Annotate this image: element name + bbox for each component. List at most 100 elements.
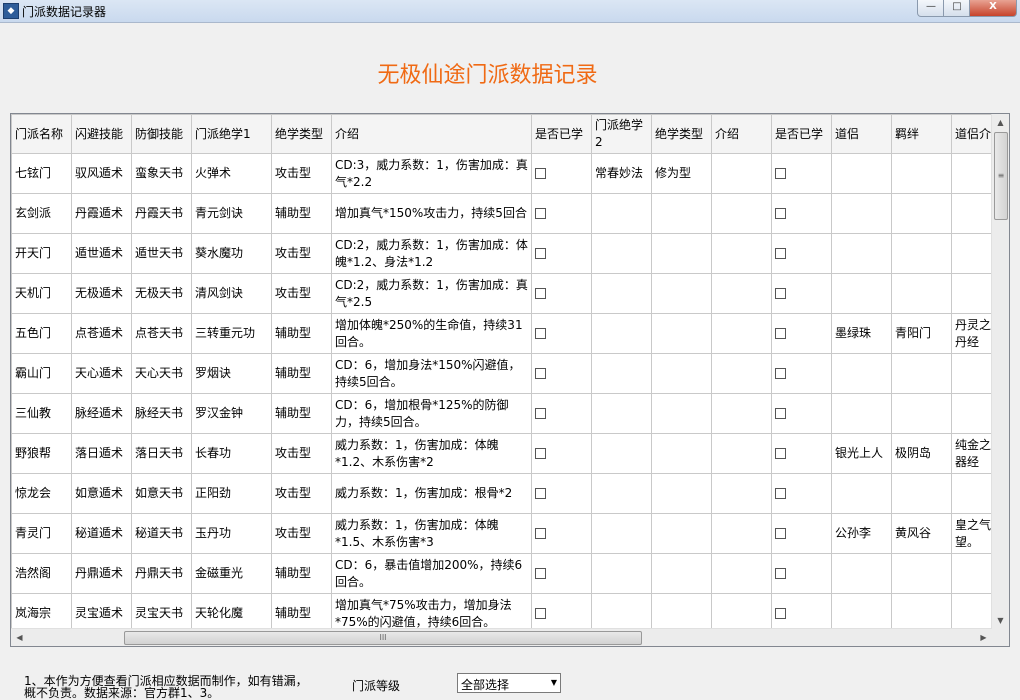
scroll-up-arrow-icon[interactable]: ▲ — [992, 114, 1009, 131]
cell-dodge[interactable]: 秘道遁术 — [71, 513, 132, 554]
cell-bond[interactable]: 黄风谷 — [891, 513, 952, 554]
learned-checkbox-cell[interactable] — [771, 473, 832, 514]
cell-type1[interactable]: 辅助型 — [271, 193, 332, 234]
cell-bond[interactable] — [891, 193, 952, 234]
table-row[interactable]: 三仙教 脉经遁术 脉经天书 罗汉金钟 辅助型 CD：6，增加根骨*125%的防御力，持续5… — [11, 393, 1009, 434]
cell-dodge[interactable]: 丹霞遁术 — [71, 193, 132, 234]
column-header[interactable]: 是否已学 — [531, 114, 592, 154]
vertical-scroll-thumb[interactable]: ≡ — [994, 132, 1008, 220]
cell-partner[interactable]: 银光上人 — [831, 433, 892, 474]
cell-defense[interactable]: 如意天书 — [131, 473, 192, 514]
learned-checkbox-cell[interactable] — [531, 473, 592, 514]
cell-intro2[interactable] — [711, 513, 772, 554]
learned-checkbox[interactable] — [775, 368, 786, 379]
learned-checkbox[interactable] — [775, 528, 786, 539]
cell-dodge[interactable]: 丹鼎遁术 — [71, 553, 132, 594]
close-button[interactable]: X — [969, 0, 1017, 17]
cell-partner[interactable] — [831, 353, 892, 394]
maximize-button[interactable]: □ — [943, 0, 971, 17]
table-row[interactable]: 开天门 遁世遁术 遁世天书 葵水魔功 攻击型 CD:2，威力系数：1，伤害加成：体魄*1.… — [11, 233, 1009, 274]
cell-intro2[interactable] — [711, 553, 772, 594]
cell-skill1[interactable]: 正阳劲 — [191, 473, 272, 514]
cell-partner[interactable] — [831, 393, 892, 434]
cell-type2[interactable] — [651, 513, 712, 554]
cell-dodge[interactable]: 落日遁术 — [71, 433, 132, 474]
cell-sect[interactable]: 七铉门 — [11, 153, 72, 194]
cell-skill1[interactable]: 长春功 — [191, 433, 272, 474]
cell-skill2[interactable] — [591, 473, 652, 514]
cell-type1[interactable]: 辅助型 — [271, 353, 332, 394]
cell-dodge[interactable]: 驭风遁术 — [71, 153, 132, 194]
cell-partner[interactable]: 墨绿珠 — [831, 313, 892, 354]
cell-defense[interactable]: 点苍天书 — [131, 313, 192, 354]
learned-checkbox[interactable] — [535, 328, 546, 339]
cell-intro2[interactable] — [711, 473, 772, 514]
learned-checkbox-cell[interactable] — [531, 273, 592, 314]
cell-skill1[interactable]: 清风剑诀 — [191, 273, 272, 314]
cell-skill2[interactable] — [591, 193, 652, 234]
cell-type2[interactable]: 修为型 — [651, 153, 712, 194]
cell-intro2[interactable] — [711, 153, 772, 194]
learned-checkbox[interactable] — [775, 168, 786, 179]
cell-intro1[interactable]: CD:3，威力系数：1，伤害加成：真气*2.2 — [331, 153, 532, 194]
cell-skill1[interactable]: 玉丹功 — [191, 513, 272, 554]
cell-intro1[interactable]: 威力系数：1，伤害加成：根骨*2 — [331, 473, 532, 514]
column-header[interactable]: 门派名称 — [11, 114, 72, 154]
cell-bond[interactable] — [891, 153, 952, 194]
cell-intro1[interactable]: CD：6，增加身法*150%闪避值，持续5回合。 — [331, 353, 532, 394]
column-header[interactable]: 介绍 — [331, 114, 532, 154]
cell-type2[interactable] — [651, 553, 712, 594]
sect-level-select[interactable]: 全部选择 ▼ — [457, 673, 561, 693]
cell-skill2[interactable] — [591, 273, 652, 314]
learned-checkbox[interactable] — [535, 568, 546, 579]
learned-checkbox-cell[interactable] — [531, 433, 592, 474]
learned-checkbox-cell[interactable] — [531, 313, 592, 354]
cell-skill1[interactable]: 罗烟诀 — [191, 353, 272, 394]
data-grid[interactable]: 门派名称 闪避技能 防御技能 门派绝学1 绝学类型 介绍 是否已学 门派绝学2 绝学类型 介绍 是否… — [10, 113, 1010, 647]
cell-skill2[interactable] — [591, 433, 652, 474]
cell-skill2[interactable] — [591, 553, 652, 594]
table-row[interactable]: 霸山门 天心遁术 天心天书 罗烟诀 辅助型 CD：6，增加身法*150%闪避值，持续5回合… — [11, 353, 1009, 394]
cell-skill2[interactable] — [591, 313, 652, 354]
cell-sect[interactable]: 三仙教 — [11, 393, 72, 434]
cell-skill1[interactable]: 青元剑诀 — [191, 193, 272, 234]
cell-skill1[interactable]: 葵水魔功 — [191, 233, 272, 274]
table-row[interactable]: 野狼帮 落日遁术 落日天书 长春功 攻击型 威力系数：1，伤害加成：体魄*1.2、木系伤害… — [11, 433, 1009, 474]
table-row[interactable]: 惊龙会 如意遁术 如意天书 正阳劲 攻击型 威力系数：1，伤害加成：根骨*2 — [11, 473, 1009, 514]
cell-bond[interactable] — [891, 353, 952, 394]
cell-type2[interactable] — [651, 193, 712, 234]
learned-checkbox[interactable] — [535, 248, 546, 259]
learned-checkbox-cell[interactable] — [531, 353, 592, 394]
cell-defense[interactable]: 丹鼎天书 — [131, 553, 192, 594]
learned-checkbox[interactable] — [535, 448, 546, 459]
cell-partner[interactable] — [831, 273, 892, 314]
cell-partner[interactable] — [831, 153, 892, 194]
cell-type2[interactable] — [651, 393, 712, 434]
cell-skill1[interactable]: 罗汉金钟 — [191, 393, 272, 434]
horizontal-scrollbar[interactable]: ◀ III ▶ — [11, 628, 992, 646]
cell-type1[interactable]: 攻击型 — [271, 473, 332, 514]
learned-checkbox[interactable] — [775, 288, 786, 299]
cell-intro1[interactable]: 威力系数：1，伤害加成：体魄*1.5、木系伤害*3 — [331, 513, 532, 554]
learned-checkbox-cell[interactable] — [771, 513, 832, 554]
cell-type1[interactable]: 辅助型 — [271, 393, 332, 434]
table-row[interactable]: 浩然阁 丹鼎遁术 丹鼎天书 金磁重光 辅助型 CD：6，暴击值增加200%，持续6回合。 — [11, 553, 1009, 594]
table-row[interactable]: 青灵门 秘道遁术 秘道天书 玉丹功 攻击型 威力系数：1，伤害加成：体魄*1.5、木系伤害… — [11, 513, 1009, 554]
cell-intro2[interactable] — [711, 393, 772, 434]
scroll-down-arrow-icon[interactable]: ▼ — [992, 612, 1009, 629]
column-header[interactable]: 闪避技能 — [71, 114, 132, 154]
cell-dodge[interactable]: 遁世遁术 — [71, 233, 132, 274]
cell-type2[interactable] — [651, 313, 712, 354]
cell-skill2[interactable]: 常春妙法 — [591, 153, 652, 194]
cell-intro2[interactable] — [711, 233, 772, 274]
learned-checkbox[interactable] — [535, 408, 546, 419]
cell-defense[interactable]: 蛮象天书 — [131, 153, 192, 194]
cell-intro2[interactable] — [711, 193, 772, 234]
cell-bond[interactable] — [891, 393, 952, 434]
cell-type1[interactable]: 攻击型 — [271, 513, 332, 554]
learned-checkbox-cell[interactable] — [771, 273, 832, 314]
cell-sect[interactable]: 青灵门 — [11, 513, 72, 554]
horizontal-scroll-thumb[interactable]: III — [124, 631, 642, 645]
cell-sect[interactable]: 玄剑派 — [11, 193, 72, 234]
scroll-left-arrow-icon[interactable]: ◀ — [11, 629, 28, 646]
